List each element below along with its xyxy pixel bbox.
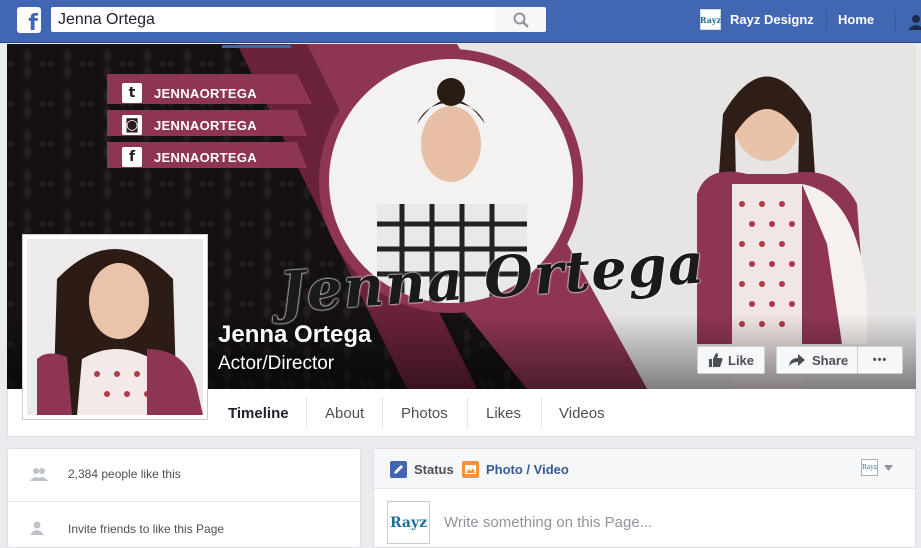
user-name: Rayz Designz [730, 12, 814, 27]
tab-photos[interactable]: Photos [401, 405, 448, 422]
like-label: Like [728, 352, 755, 368]
home-link[interactable]: Home [838, 12, 874, 27]
photo-icon [462, 461, 479, 478]
invite-friends-link[interactable]: Invite friends to like this Page [68, 522, 224, 536]
user-avatar: Rayz [700, 9, 721, 30]
nav-divider [826, 11, 827, 31]
page-category: Actor/Director [218, 353, 335, 374]
tab-divider [541, 397, 542, 429]
search-icon [513, 12, 529, 28]
tab-divider [382, 397, 383, 429]
twitter-icon: t [122, 83, 142, 103]
search-button[interactable] [495, 7, 546, 32]
profile-picture[interactable] [22, 234, 208, 420]
more-options-button[interactable]: ••• [857, 346, 903, 374]
composer-tabs: Status Photo / Video Rayz [374, 449, 915, 489]
profile-link[interactable]: Rayz Rayz Designz [700, 9, 814, 30]
instagram-icon: ◙ [122, 115, 142, 135]
tab-timeline[interactable]: Timeline [228, 405, 289, 422]
status-label: Status [414, 462, 454, 477]
friend-requests-icon[interactable] [908, 14, 921, 30]
photo-video-label: Photo / Video [486, 462, 569, 477]
share-arrow-icon [789, 354, 805, 366]
social-handle: JENNAORTEGA [154, 85, 257, 101]
search-input[interactable] [51, 7, 495, 32]
tab-divider [306, 397, 307, 429]
status-input[interactable]: Write something on this Page... [444, 514, 652, 531]
profile-photo [27, 239, 203, 415]
active-tab-indicator [222, 45, 291, 48]
social-handle: JENNAORTEGA [154, 149, 257, 165]
tab-videos[interactable]: Videos [559, 405, 605, 422]
social-instagram: ◙ JENNAORTEGA [122, 113, 257, 137]
photo-video-tab[interactable]: Photo / Video [462, 461, 569, 478]
nav-divider [895, 11, 896, 31]
logo-letter: f [28, 11, 38, 36]
divider [8, 501, 360, 502]
composer-avatar: Rayz [387, 501, 430, 544]
page-info-card: 2,384 people like this Invite friends to… [7, 448, 361, 548]
post-composer: Status Photo / Video Rayz Rayz Write som… [373, 448, 916, 548]
top-navigation-bar: f Rayz Rayz Designz Home [0, 0, 921, 43]
invite-person-icon [30, 521, 44, 535]
chevron-down-icon [884, 464, 893, 471]
social-handle: JENNAORTEGA [154, 117, 257, 133]
share-button[interactable]: Share [776, 346, 858, 374]
facebook-icon: f [122, 147, 142, 167]
social-twitter: t JENNAORTEGA [122, 81, 257, 105]
poster-avatar: Rayz [861, 459, 878, 476]
like-button[interactable]: Like [697, 346, 765, 374]
tab-about[interactable]: About [325, 405, 364, 422]
facebook-logo-icon[interactable]: f [17, 7, 41, 36]
tab-divider [467, 397, 468, 429]
share-label: Share [812, 352, 849, 368]
tab-likes[interactable]: Likes [486, 405, 521, 422]
people-icon [30, 468, 48, 481]
social-facebook: f JENNAORTEGA [122, 145, 257, 169]
more-icon: ••• [872, 354, 888, 366]
post-as-selector[interactable]: Rayz [861, 459, 893, 476]
thumbs-up-icon [709, 353, 723, 367]
pencil-icon [390, 461, 407, 478]
likes-count[interactable]: 2,384 people like this [68, 467, 181, 481]
page-title[interactable]: Jenna Ortega [218, 321, 371, 349]
status-tab[interactable]: Status [390, 461, 454, 478]
